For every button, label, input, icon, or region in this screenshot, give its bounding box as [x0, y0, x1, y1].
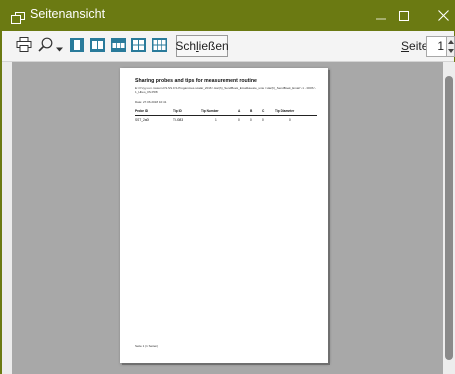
zoom-button[interactable]	[38, 37, 53, 56]
stepper-up-icon[interactable]	[448, 40, 454, 44]
four-pages-button[interactable]	[131, 37, 146, 56]
document-path: E:\ P.xyy.u.m.mssum.FS.SS.0.S.Progammes.…	[135, 86, 316, 94]
table-cell: 0	[262, 117, 264, 122]
close-window-button[interactable]	[423, 0, 455, 31]
page-label: Seite	[401, 39, 429, 53]
chevron-down-icon	[55, 37, 63, 56]
column-header: Tip Diameter	[275, 108, 295, 113]
page-number-input[interactable]: 1	[426, 36, 446, 57]
column-header: Tip Number	[201, 108, 219, 113]
toolbar: Schließen Seite 1	[2, 31, 455, 62]
zoom-dropdown[interactable]	[55, 39, 63, 54]
three-pages-button[interactable]	[111, 37, 126, 56]
print-button[interactable]	[16, 37, 32, 56]
table-cell: 0	[238, 117, 240, 122]
table-cell: SST_2a0I	[135, 117, 150, 122]
page-stepper[interactable]	[446, 36, 455, 57]
scrollbar-thumb[interactable]	[445, 76, 453, 360]
maximize-icon	[399, 6, 409, 25]
column-header: B	[250, 108, 253, 113]
close-preview-button[interactable]: Schließen	[175, 35, 229, 57]
two-pages-icon	[90, 37, 105, 56]
six-pages-button[interactable]	[152, 37, 167, 56]
column-header: Probe ID	[135, 108, 149, 113]
one-page-icon	[70, 37, 84, 56]
preview-page: Sharing probes and tips for measurement …	[120, 68, 328, 363]
vertical-scrollbar[interactable]	[443, 62, 455, 374]
table-cell: 0	[289, 117, 291, 122]
window-title: Seitenansicht	[30, 7, 106, 21]
zoom-icon	[38, 37, 53, 56]
maximize-button[interactable]	[384, 0, 424, 31]
document-title: Sharing probes and tips for measurement …	[135, 78, 257, 84]
one-page-button[interactable]	[70, 37, 84, 56]
table-cell: 1	[215, 117, 217, 122]
column-header: A	[238, 108, 241, 113]
title-bar[interactable]: Seitenansicht	[2, 0, 454, 31]
close-button-label: Schließen	[175, 39, 229, 53]
column-header: Tip ID	[173, 108, 182, 113]
three-pages-icon	[111, 37, 126, 56]
table-row: SST_2a0I TI-I083 1 0 0 0 0	[135, 116, 317, 124]
table-header: Probe ID Tip ID Tip Number A B C Tip Dia…	[135, 107, 317, 116]
stepper-down-icon[interactable]	[448, 49, 454, 53]
document-footer: Seite 1 (1 Seiten)	[135, 344, 159, 348]
six-pages-icon	[152, 37, 167, 56]
print-preview-window: Seitenansicht Schließen Seite 1 Sharing …	[0, 0, 455, 374]
table-cell: TI-I083	[173, 117, 184, 122]
close-icon	[437, 7, 449, 25]
column-header: C	[262, 108, 265, 113]
print-icon	[16, 37, 32, 56]
table-cell: 0	[250, 117, 252, 122]
print-preview-icon	[11, 9, 25, 24]
document-date: Date: 27.06.2018 10:41	[135, 100, 167, 104]
document-table: Probe ID Tip ID Tip Number A B C Tip Dia…	[135, 107, 317, 124]
two-pages-button[interactable]	[90, 37, 105, 56]
four-pages-icon	[131, 37, 146, 56]
